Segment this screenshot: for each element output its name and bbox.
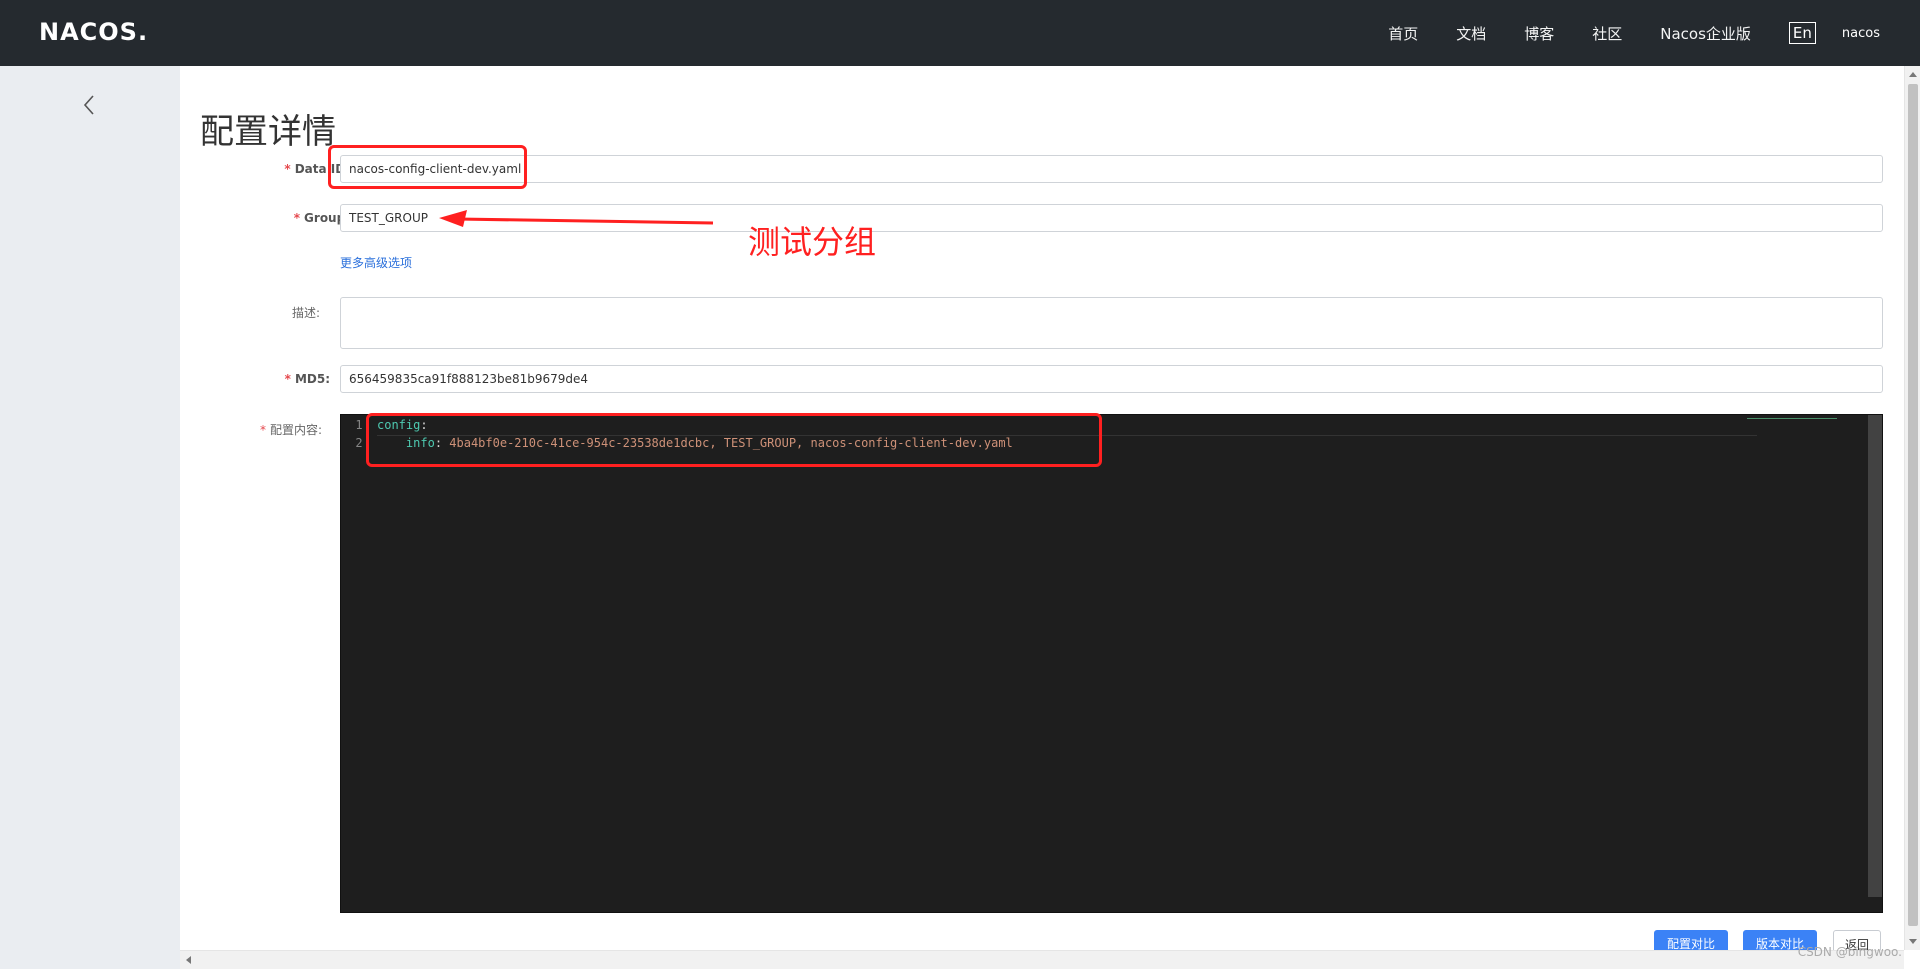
advanced-options-link[interactable]: 更多高级选项 bbox=[340, 254, 412, 271]
md5-field[interactable]: 656459835ca91f888123be81b9679de4 bbox=[340, 365, 1883, 393]
nav-item-community[interactable]: 社区 bbox=[1592, 23, 1622, 44]
nav-item-home[interactable]: 首页 bbox=[1388, 23, 1418, 44]
language-switch-button[interactable]: En bbox=[1788, 22, 1816, 44]
scroll-down-icon[interactable] bbox=[1909, 939, 1917, 944]
scroll-left-icon[interactable] bbox=[186, 956, 191, 964]
sidebar bbox=[0, 66, 180, 969]
group-label: * Group: bbox=[293, 211, 350, 225]
main-content: 配置详情 * Data ID: nacos-config-client-dev.y… bbox=[180, 66, 1904, 958]
annotation-box-data-id bbox=[328, 145, 527, 189]
annotation-arrow-icon bbox=[439, 210, 714, 227]
nav-item-blog[interactable]: 博客 bbox=[1524, 23, 1554, 44]
watermark: CSDN @bingwoo. bbox=[1797, 945, 1902, 959]
data-id-label: * Data ID: bbox=[284, 162, 350, 176]
page-title: 配置详情 bbox=[200, 112, 336, 152]
editor-gutter bbox=[341, 415, 377, 912]
config-content-editor[interactable]: 1 config: 2 info: 4ba4bf0e-210c-41ce-954c… bbox=[340, 414, 1883, 913]
user-menu[interactable]: nacos bbox=[1842, 26, 1880, 41]
top-navigation-bar: NACOS. 首页 文档 博客 社区 Nacos企业版 En nacos bbox=[0, 0, 1920, 66]
page-horizontal-scrollbar[interactable] bbox=[180, 950, 1904, 969]
editor-scrollbar[interactable] bbox=[1868, 415, 1882, 897]
nav-item-enterprise[interactable]: Nacos企业版 bbox=[1660, 23, 1751, 44]
top-nav: 首页 文档 博客 社区 Nacos企业版 En nacos bbox=[1350, 0, 1880, 66]
content-label: * 配置内容: bbox=[259, 423, 322, 437]
scrollbar-thumb[interactable] bbox=[1908, 84, 1918, 926]
page-vertical-scrollbar[interactable] bbox=[1904, 66, 1920, 950]
md5-label: * MD5: bbox=[284, 372, 330, 386]
description-label: 描述: bbox=[291, 306, 320, 320]
chevron-left-icon[interactable] bbox=[78, 93, 102, 117]
description-field[interactable] bbox=[340, 297, 1883, 349]
nacos-logo[interactable]: NACOS. bbox=[39, 18, 148, 46]
nav-item-docs[interactable]: 文档 bbox=[1456, 23, 1486, 44]
annotation-box-config-content bbox=[366, 413, 1102, 467]
data-id-field[interactable]: nacos-config-client-dev.yaml bbox=[340, 155, 1883, 183]
editor-minimap bbox=[1747, 415, 1837, 419]
scroll-up-icon[interactable] bbox=[1909, 72, 1917, 77]
annotation-label: 测试分组 bbox=[748, 223, 877, 261]
